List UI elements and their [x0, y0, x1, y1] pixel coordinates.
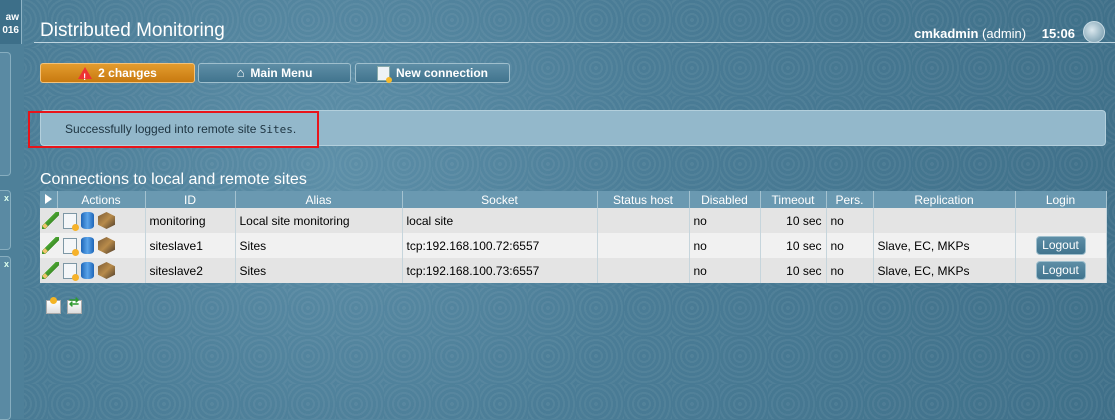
site-login: Logout [1015, 233, 1107, 258]
pending-changes-label: 2 changes [98, 66, 157, 80]
site-cube-icon[interactable] [98, 237, 115, 254]
sidebar-header[interactable]: aw 016 [0, 0, 22, 44]
table-row: siteslave2 Sites tcp:192.168.100.73:6557… [40, 258, 1107, 283]
main-menu-button[interactable]: ⌂ Main Menu [198, 63, 351, 83]
username[interactable]: cmkadmin [914, 26, 978, 41]
bottom-actions [46, 295, 82, 314]
logout-button[interactable]: Logout [1035, 261, 1086, 280]
row-actions [40, 258, 146, 283]
clock: 15:06 [1041, 26, 1075, 41]
database-icon[interactable] [81, 237, 94, 254]
warning-icon [78, 67, 93, 86]
globe-icon[interactable] [1083, 21, 1105, 43]
clone-icon[interactable] [63, 212, 79, 231]
logout-button[interactable]: Logout [1035, 236, 1086, 255]
pending-changes-button[interactable]: 2 changes [40, 63, 195, 86]
main-menu-label: Main Menu [250, 66, 313, 80]
column-header[interactable]: Status host [597, 191, 690, 208]
new-document-icon [376, 65, 392, 83]
site-timeout: 10 sec [760, 233, 827, 258]
column-header[interactable]: Alias [235, 191, 403, 208]
site-login [1015, 208, 1107, 233]
sidebar-header-line2: 016 [2, 25, 19, 36]
site-disabled: no [689, 208, 761, 233]
user-info: cmkadmin (admin) 15:06 [914, 26, 1075, 41]
sidebar-panel-3[interactable]: x [0, 256, 11, 420]
clone-icon[interactable] [63, 237, 79, 256]
page-title: Distributed Monitoring [40, 20, 225, 41]
column-header[interactable]: Socket [402, 191, 598, 208]
site-persist: no [826, 258, 874, 283]
edit-icon[interactable] [42, 237, 59, 254]
site-persist: no [826, 208, 874, 233]
sidebar-header-line1: aw [5, 12, 19, 23]
site-socket: local site [402, 208, 598, 233]
column-header[interactable]: Pers. [826, 191, 874, 208]
sidebar-panel-1[interactable] [0, 52, 11, 176]
column-toggle[interactable] [40, 191, 58, 208]
column-header[interactable]: Disabled [689, 191, 761, 208]
site-alias: Sites [235, 258, 403, 283]
table-header-row: Actions ID Alias Socket Status host Disa… [40, 191, 1107, 208]
migrate-icon[interactable] [67, 295, 82, 314]
site-replication [873, 208, 1016, 233]
sidebar-panel-2[interactable]: x [0, 190, 11, 250]
site-alias: Local site monitoring [235, 208, 403, 233]
column-header: Login [1015, 191, 1107, 208]
site-id: siteslave1 [145, 233, 236, 258]
site-cube-icon[interactable] [98, 262, 115, 279]
site-socket: tcp:192.168.100.72:6557 [402, 233, 598, 258]
table-row: siteslave1 Sites tcp:192.168.100.72:6557… [40, 233, 1107, 258]
table-row: monitoring Local site monitoring local s… [40, 208, 1107, 233]
site-persist: no [826, 233, 874, 258]
site-replication: Slave, EC, MKPs [873, 258, 1016, 283]
row-actions [40, 233, 146, 258]
user-role: (admin) [982, 26, 1027, 41]
sites-table: Actions ID Alias Socket Status host Disa… [40, 191, 1107, 283]
site-id: monitoring [145, 208, 236, 233]
site-socket: tcp:192.168.100.73:6557 [402, 258, 598, 283]
site-cube-icon[interactable] [98, 212, 115, 229]
column-header[interactable]: Timeout [760, 191, 827, 208]
site-disabled: no [689, 233, 761, 258]
new-connection-button[interactable]: New connection [355, 63, 510, 83]
column-header: Actions [57, 191, 146, 208]
clone-icon[interactable] [63, 262, 79, 281]
page-header: Distributed Monitoring cmkadmin (admin) … [34, 14, 1115, 43]
sidebar-panel-close[interactable]: x [4, 193, 9, 203]
new-connection-label: New connection [395, 66, 488, 80]
site-status-host [597, 233, 690, 258]
database-icon[interactable] [81, 212, 94, 229]
highlight-annotation [28, 111, 319, 148]
column-header[interactable]: ID [145, 191, 236, 208]
site-login: Logout [1015, 258, 1107, 283]
site-timeout: 10 sec [760, 208, 827, 233]
site-status-host [597, 208, 690, 233]
edit-icon[interactable] [42, 262, 59, 279]
row-actions [40, 208, 146, 233]
new-site-icon[interactable] [46, 297, 61, 314]
edit-icon[interactable] [42, 212, 59, 229]
sidebar-panel-close[interactable]: x [4, 259, 9, 269]
expand-icon [44, 193, 52, 204]
site-alias: Sites [235, 233, 403, 258]
site-status-host [597, 258, 690, 283]
site-replication: Slave, EC, MKPs [873, 233, 1016, 258]
site-id: siteslave2 [145, 258, 236, 283]
column-header[interactable]: Replication [873, 191, 1016, 208]
site-timeout: 10 sec [760, 258, 827, 283]
database-icon[interactable] [81, 262, 94, 279]
table-title: Connections to local and remote sites [40, 171, 307, 188]
site-disabled: no [689, 258, 761, 283]
sidebar: aw 016 x x [0, 0, 24, 420]
home-icon: ⌂ [236, 65, 245, 80]
